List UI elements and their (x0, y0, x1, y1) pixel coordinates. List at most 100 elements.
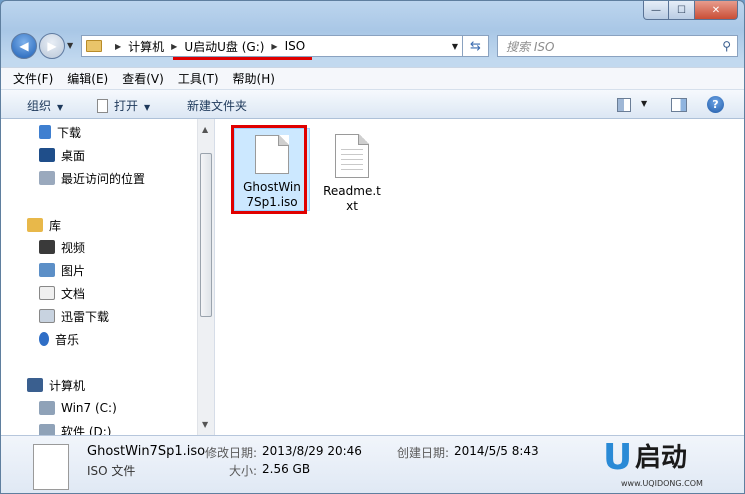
nav-item-pictures[interactable]: 图片 (39, 260, 85, 280)
detail-size-value: 2.56 GB (262, 462, 311, 476)
address-dropdown-icon[interactable]: ▼ (452, 42, 458, 51)
logo-letter: U (603, 437, 633, 478)
nav-item-label: 桌面 (61, 148, 86, 163)
refresh-button[interactable]: ⇆ (463, 35, 489, 57)
breadcrumb-iso[interactable]: ISO (285, 39, 306, 53)
caption-buttons: — ☐ ✕ (643, 1, 738, 21)
video-library-icon (39, 240, 55, 254)
logo-text: 启动 (635, 443, 688, 473)
drive-c-icon (39, 401, 55, 415)
preview-pane-icon[interactable] (671, 98, 687, 112)
detail-file-type: ISO 文件 (87, 464, 136, 478)
nav-item-label: 计算机 (49, 378, 86, 393)
desktop-icon (39, 148, 55, 162)
nav-item-libraries[interactable]: 库 (27, 215, 61, 235)
menu-tools[interactable]: 工具(T) (178, 70, 219, 87)
nav-item-recent[interactable]: 最近访问的位置 (39, 168, 145, 188)
maximize-button[interactable]: ☐ (669, 1, 695, 20)
detail-created-label: 创建日期: (397, 446, 450, 460)
download-folder-icon (39, 125, 51, 139)
navigation-pane: 下载 桌面 最近访问的位置 库 视频 图片 文档 迅雷下载 音乐 计算机 Win… (1, 119, 215, 435)
view-options-dropdown-icon[interactable]: ▼ (641, 99, 647, 108)
close-button[interactable]: ✕ (695, 1, 738, 20)
detail-file-name: GhostWin7Sp1.iso (87, 444, 206, 459)
file-name: Readme.txt (323, 184, 381, 213)
menu-help[interactable]: 帮助(H) (233, 70, 275, 87)
nav-item-videos[interactable]: 视频 (39, 237, 85, 257)
breadcrumb-drive[interactable]: U启动U盘 (G:) (184, 38, 264, 55)
command-bar: 组织 ▼ 打开 ▼ 新建文件夹 ▼ ? (1, 89, 744, 119)
new-folder-button[interactable]: 新建文件夹 (187, 97, 247, 114)
search-input[interactable]: 搜索 ISO ⚲ (497, 35, 738, 57)
scroll-up-icon[interactable]: ▲ (202, 125, 208, 134)
back-button[interactable]: ◀ (11, 33, 37, 59)
picture-library-icon (39, 263, 55, 277)
breadcrumb-arrow-icon[interactable]: ▶ (171, 42, 177, 51)
nav-item-label: 图片 (61, 263, 86, 278)
annotation-box (231, 125, 307, 214)
nav-scrollbar[interactable]: ▲ ▼ (197, 119, 214, 435)
menu-edit[interactable]: 编辑(E) (67, 70, 108, 87)
detail-created-value: 2014/5/5 8:43 (454, 444, 539, 458)
organize-button[interactable]: 组织 ▼ (27, 97, 63, 114)
computer-icon (27, 378, 43, 392)
explorer-window: — ☐ ✕ ◀ ▶ ▼ ▶ 计算机 ▶ U启动U盘 (G:) ▶ ISO ▼ ⇆… (0, 0, 745, 494)
scroll-down-icon[interactable]: ▼ (202, 420, 208, 429)
recent-places-icon (39, 171, 55, 185)
folder-icon (86, 40, 102, 52)
detail-size-label: 大小: (229, 464, 258, 478)
nav-item-music[interactable]: 音乐 (39, 329, 79, 349)
nav-item-label: 下载 (57, 125, 82, 140)
drive-d-icon (39, 424, 55, 435)
open-label: 打开 (114, 99, 139, 113)
annotation-underline (173, 57, 312, 60)
search-icon[interactable]: ⚲ (722, 39, 731, 53)
open-button[interactable]: 打开 ▼ (97, 97, 150, 114)
nav-item-documents[interactable]: 文档 (39, 283, 85, 303)
details-pane: GhostWin7Sp1.iso ISO 文件 修改日期: 2013/8/29 … (1, 435, 744, 493)
menu-bar: 文件(F) 编辑(E) 查看(V) 工具(T) 帮助(H) (1, 67, 744, 89)
nav-item-label: 音乐 (55, 332, 80, 347)
nav-item-desktop[interactable]: 桌面 (39, 145, 85, 165)
nav-item-label: 最近访问的位置 (61, 171, 146, 186)
nav-item-label: 软件 (D:) (61, 424, 112, 436)
nav-item-label: 视频 (61, 240, 86, 255)
breadcrumb-arrow-icon[interactable]: ▶ (271, 42, 277, 51)
nav-item-drive-d[interactable]: 软件 (D:) (39, 421, 111, 435)
music-library-icon (39, 332, 49, 346)
nav-item-computer[interactable]: 计算机 (27, 375, 85, 395)
text-file-icon (335, 134, 369, 178)
chevron-down-icon: ▼ (57, 103, 64, 112)
change-view-icon[interactable] (617, 98, 631, 112)
menu-file[interactable]: 文件(F) (13, 70, 53, 87)
help-icon[interactable]: ? (707, 96, 724, 113)
file-list: GhostWin7Sp1.iso Readme.txt (215, 119, 744, 435)
chevron-down-icon: ▼ (144, 103, 151, 112)
breadcrumb-arrow-icon[interactable]: ▶ (115, 42, 121, 51)
file-item-readme[interactable]: Readme.txt (314, 134, 390, 214)
detail-modified-label: 修改日期: (205, 446, 258, 460)
address-bar[interactable]: ▶ 计算机 ▶ U启动U盘 (G:) ▶ ISO ▼ (81, 35, 463, 57)
new-folder-label: 新建文件夹 (187, 99, 248, 113)
nav-item-downloads[interactable]: 下载 (39, 122, 81, 142)
menu-view[interactable]: 查看(V) (122, 70, 164, 87)
uqidong-logo: U 启动 www.UQIDONG.COM (595, 436, 744, 493)
logo-url: www.UQIDONG.COM (621, 479, 703, 488)
document-library-icon (39, 286, 55, 300)
forward-button[interactable]: ▶ (39, 33, 65, 59)
breadcrumb-computer[interactable]: 计算机 (128, 38, 164, 55)
minimize-button[interactable]: — (643, 1, 669, 20)
organize-label: 组织 (27, 99, 52, 113)
page-icon (97, 99, 108, 113)
nav-item-thunder[interactable]: 迅雷下载 (39, 306, 109, 326)
nav-item-drive-c[interactable]: Win7 (C:) (39, 398, 117, 418)
nav-item-label: 迅雷下载 (61, 309, 110, 324)
library-icon (27, 218, 43, 232)
nav-item-label: Win7 (C:) (61, 401, 117, 415)
recent-pages-dropdown-icon[interactable]: ▼ (67, 41, 73, 50)
thunder-download-icon (39, 309, 55, 323)
address-row: ◀ ▶ ▼ ▶ 计算机 ▶ U启动U盘 (G:) ▶ ISO ▼ ⇆ 搜索 IS… (9, 31, 738, 61)
nav-item-label: 文档 (61, 286, 86, 301)
detail-modified-value: 2013/8/29 20:46 (262, 444, 362, 458)
scroll-thumb[interactable] (200, 153, 212, 317)
